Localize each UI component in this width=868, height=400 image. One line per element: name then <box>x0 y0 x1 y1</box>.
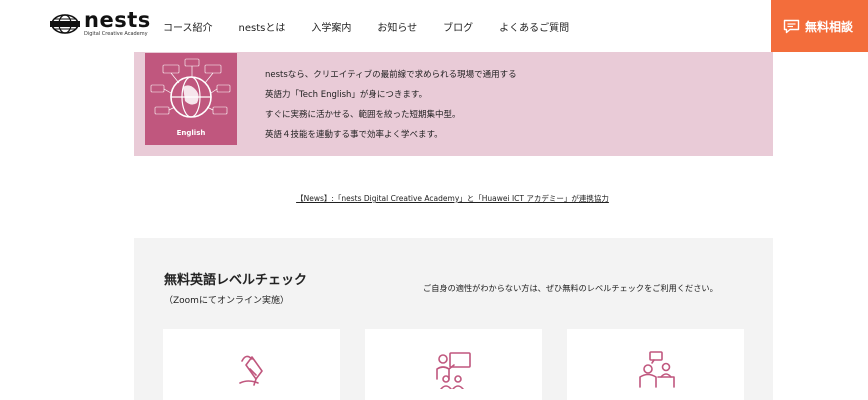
nav-news[interactable]: お知らせ <box>377 19 417 34</box>
presentation-icon <box>435 352 471 389</box>
writing-hand-icon <box>238 355 263 386</box>
level-check-title: 無料英語レベルチェック <box>164 273 308 288</box>
nav-admission[interactable]: 入学案内 <box>311 19 351 34</box>
level-check-subtitle: （Zoomにてオンライン実施） <box>164 296 289 306</box>
main-nav: コース紹介 nestsとは 入学案内 お知らせ ブログ よくあるご質問 <box>163 19 595 34</box>
desk-consultation-icon <box>638 351 675 388</box>
news-link-row: 【News】:「nests Digital Creative Academy」と… <box>0 193 868 204</box>
nav-courses[interactable]: コース紹介 <box>163 19 213 34</box>
level-check-section: 無料英語レベルチェック （Zoomにてオンライン実施） ご自身の適性がわからない… <box>134 238 773 400</box>
english-caption: English <box>176 129 206 137</box>
english-illustration: English <box>145 53 237 145</box>
nav-faq[interactable]: よくあるご質問 <box>499 19 569 34</box>
banner-line: nestsなら、クリエイティブの最前線で求められる現場で通用する <box>265 70 517 80</box>
banner-line: 英語力「Tech English」が身につきます。 <box>265 90 428 100</box>
site-header: nests Digital Creative Academy コース紹介 nes… <box>0 0 868 52</box>
nav-blog[interactable]: ブログ <box>443 19 473 34</box>
site-logo[interactable]: nests Digital Creative Academy <box>50 10 151 37</box>
cta-label: 無料相談 <box>805 19 854 34</box>
globe-logo-icon <box>50 13 80 34</box>
banner-description: nestsなら、クリエイティブの最前線で求められる現場で通用する 英語力「Tec… <box>265 65 517 145</box>
logo-name: nests <box>84 8 151 32</box>
level-card-writing[interactable] <box>163 329 340 400</box>
logo-tagline: Digital Creative Academy <box>84 31 148 37</box>
globe-chat-illustration-icon <box>150 58 231 118</box>
banner-line: すぐに実務に活かせる、範囲を絞った短期集中型。 <box>265 110 461 120</box>
level-check-description: ご自身の適性がわからない方は、ぜひ無料のレベルチェックをご利用ください。 <box>423 283 718 293</box>
level-card-presentation[interactable] <box>365 329 542 400</box>
banner-line: 英語４技能を連動する事で効率よく学べます。 <box>265 130 443 140</box>
english-banner: English nestsなら、クリエイティブの最前線で求められる現場で通用する… <box>134 52 773 156</box>
free-consultation-button[interactable]: 無料相談 <box>771 0 868 52</box>
chat-bubble-icon <box>783 19 800 33</box>
news-link[interactable]: 【News】:「nests Digital Creative Academy」と… <box>296 194 609 203</box>
level-card-consultation[interactable] <box>567 329 744 400</box>
nav-about[interactable]: nestsとは <box>239 19 286 34</box>
